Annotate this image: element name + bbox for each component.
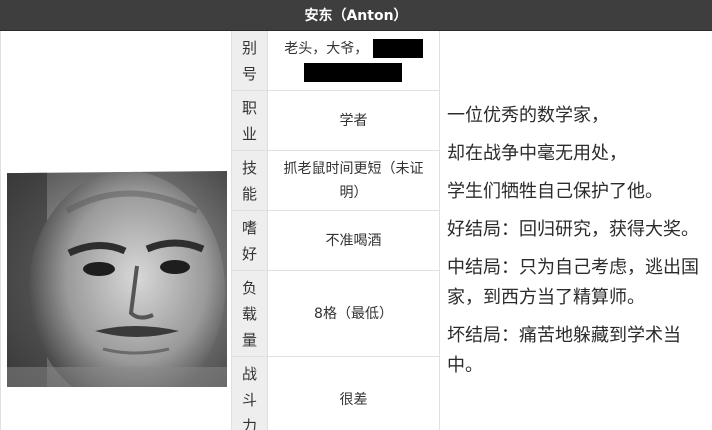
photo-cell [0, 31, 232, 430]
attr-label: 嗜好 [232, 211, 268, 270]
attr-value: 8格（最低） [268, 271, 440, 356]
page-title: 安东（Anton） [0, 0, 712, 31]
attr-value: 很差 [268, 357, 440, 430]
attr-row-hobby: 嗜好 不准喝酒 [232, 211, 440, 271]
attr-label: 战斗力 [232, 357, 268, 430]
attr-label: 负载量 [232, 271, 268, 356]
attr-label: 职业 [232, 91, 268, 150]
character-portrait [7, 171, 227, 387]
description-line: 一位优秀的数学家， [447, 105, 609, 126]
character-infobox: 别号 老头，大爷， 职业 学者 技能 抓老鼠时间更短（未证明） 嗜好 不准喝酒 … [0, 31, 712, 430]
attr-row-skill: 技能 抓老鼠时间更短（未证明） [232, 151, 440, 211]
attr-row-capacity: 负载量 8格（最低） [232, 271, 440, 357]
attr-row-combat: 战斗力 很差 [232, 357, 440, 430]
alias-text: 老头，大爷， [284, 40, 369, 57]
attr-value: 抓老鼠时间更短（未证明） [268, 151, 440, 210]
description-line: 中结局：只为自己考虑，逃出国家，到西方当了精算师。 [447, 257, 699, 308]
redaction-bar [372, 39, 423, 58]
redaction-bar [304, 63, 403, 82]
attr-value: 学者 [268, 91, 440, 150]
attr-value: 不准喝酒 [268, 211, 440, 270]
description-line: 坏结局：痛苦地躲藏到学术当中。 [447, 325, 681, 376]
description-line: 却在战争中毫无用处， [447, 143, 627, 164]
description-line: 学生们牺牲自己保护了他。 [447, 181, 663, 202]
attr-label: 别号 [232, 31, 268, 90]
attr-label: 技能 [232, 151, 268, 210]
description-line: 好结局：回归研究，获得大奖。 [447, 219, 699, 240]
attr-row-alias: 别号 老头，大爷， [232, 31, 440, 91]
description-cell: 一位优秀的数学家， 却在战争中毫无用处， 学生们牺牲自己保护了他。 好结局：回归… [440, 31, 712, 430]
attr-value: 老头，大爷， [268, 31, 440, 90]
attr-row-occupation: 职业 学者 [232, 91, 440, 151]
